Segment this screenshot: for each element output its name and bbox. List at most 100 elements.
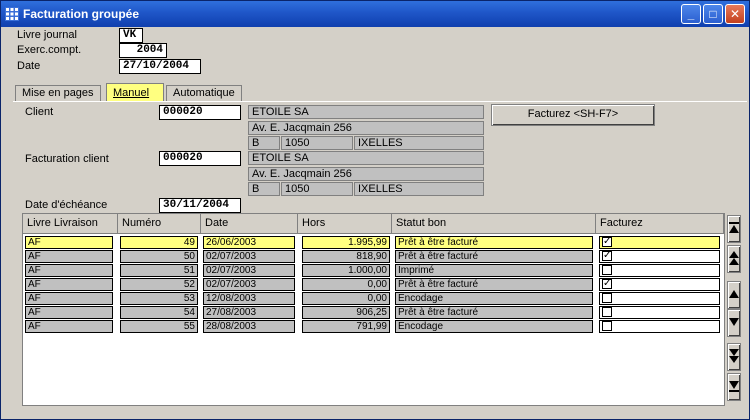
column-header-date[interactable]: Date [201, 214, 298, 234]
exerc-field[interactable]: 2004 [119, 43, 167, 58]
double-down-icon [729, 349, 739, 363]
client-label: Client [25, 106, 54, 118]
cell-date[interactable]: 27/08/2003 [203, 306, 295, 319]
cell-statut[interactable]: Prêt à être facturé [395, 250, 593, 263]
cell-facturez [599, 292, 720, 305]
due-date-field[interactable]: 30/11/2004 [159, 198, 241, 213]
cell-livre[interactable]: AF [25, 320, 113, 333]
cell-statut[interactable]: Prêt à être facturé [395, 306, 593, 319]
main-window: Facturation groupée _ □ ✕ Livre journal … [0, 0, 750, 420]
billing-client-postal: 1050 [281, 182, 353, 196]
cell-livre[interactable]: AF [25, 250, 113, 263]
tab-label: Mise en pages [22, 87, 94, 99]
exerc-label: Exerc.compt. [17, 44, 82, 56]
up-arrow-icon [729, 290, 739, 298]
cell-facturez [599, 306, 720, 319]
page-up-button[interactable] [727, 245, 741, 273]
cell-livre[interactable]: AF [25, 236, 113, 249]
cell-hors[interactable]: 818,90 [302, 250, 390, 263]
cell-numero[interactable]: 55 [120, 320, 198, 333]
facturez-checkbox[interactable]: ✓ [602, 237, 612, 247]
date-label: Date [17, 60, 41, 72]
cell-hors[interactable]: 1.995,99 [302, 236, 390, 249]
cell-livre[interactable]: AF [25, 292, 113, 305]
title-bar[interactable]: Facturation groupée _ □ ✕ [1, 1, 749, 27]
cell-hors[interactable]: 0,00 [302, 278, 390, 291]
cell-hors[interactable]: 0,00 [302, 292, 390, 305]
facturez-checkbox[interactable] [602, 307, 612, 317]
cell-statut[interactable]: Imprimé [395, 264, 593, 277]
facturez-button[interactable]: Facturez <SH-F7> [491, 104, 655, 126]
page-down-button[interactable] [727, 343, 741, 371]
cell-date[interactable]: 02/07/2003 [203, 250, 295, 263]
billing-client-label: Facturation client [25, 153, 109, 165]
billing-client-city: IXELLES [354, 182, 484, 196]
facturez-checkbox[interactable] [602, 265, 612, 275]
cell-livre[interactable]: AF [25, 278, 113, 291]
column-header-numero[interactable]: Numéro [118, 214, 201, 234]
cell-numero[interactable]: 51 [120, 264, 198, 277]
client-address: Av. E. Jacqmain 256 [248, 121, 484, 135]
column-header-statut[interactable]: Statut bon [392, 214, 596, 234]
livre-journal-field[interactable]: VK [119, 28, 143, 43]
facturez-checkbox[interactable]: ✓ [602, 251, 612, 261]
cell-hors[interactable]: 1.000,00 [302, 264, 390, 277]
cell-facturez [599, 320, 720, 333]
client-country: B [248, 136, 280, 150]
line-down-button[interactable] [727, 309, 741, 337]
delivery-grid: Livre Livraison Numéro Date Hors Statut … [22, 213, 725, 406]
column-header-livre[interactable]: Livre Livraison [23, 214, 118, 234]
cell-numero[interactable]: 49 [120, 236, 198, 249]
close-button[interactable]: ✕ [725, 4, 745, 24]
client-name: ETOILE SA [248, 105, 484, 119]
scroll-bottom-icon [729, 381, 739, 392]
facturez-checkbox[interactable] [602, 321, 612, 331]
cell-statut[interactable]: Encodage [395, 320, 593, 333]
cell-date[interactable]: 12/08/2003 [203, 292, 295, 305]
cell-numero[interactable]: 53 [120, 292, 198, 305]
livre-journal-label: Livre journal [17, 29, 77, 41]
cell-hors[interactable]: 791,99 [302, 320, 390, 333]
tab-mise-en-pages[interactable]: Mise en pages [15, 85, 101, 102]
scroll-top-button[interactable] [727, 215, 741, 243]
cell-numero[interactable]: 54 [120, 306, 198, 319]
tab-automatique[interactable]: Automatique [166, 85, 242, 102]
double-up-icon [729, 251, 739, 265]
maximize-button[interactable]: □ [703, 4, 723, 24]
tab-manuel[interactable]: Manuel [106, 83, 164, 102]
date-field[interactable]: 27/10/2004 [119, 59, 201, 74]
cell-facturez: ✓ [599, 278, 720, 291]
client-code-field[interactable]: 000020 [159, 105, 241, 120]
cell-livre[interactable]: AF [25, 264, 113, 277]
column-header-facturez[interactable]: Facturez [596, 214, 724, 234]
cell-date[interactable]: 02/07/2003 [203, 264, 295, 277]
due-date-label: Date d'échéance [25, 199, 108, 211]
minimize-button[interactable]: _ [681, 4, 701, 24]
client-city: IXELLES [354, 136, 484, 150]
billing-client-country: B [248, 182, 280, 196]
cell-date[interactable]: 02/07/2003 [203, 278, 295, 291]
billing-client-name: ETOILE SA [248, 151, 484, 165]
column-header-hors[interactable]: Hors [298, 214, 392, 234]
tab-label: Automatique [173, 87, 235, 99]
window-title: Facturation groupée [23, 7, 140, 21]
cell-date[interactable]: 28/08/2003 [203, 320, 295, 333]
cell-hors[interactable]: 906,25 [302, 306, 390, 319]
cell-statut[interactable]: Encodage [395, 292, 593, 305]
scroll-bottom-button[interactable] [727, 373, 741, 401]
cell-date[interactable]: 26/06/2003 [203, 236, 295, 249]
billing-client-code-field[interactable]: 000020 [159, 151, 241, 166]
cell-numero[interactable]: 52 [120, 278, 198, 291]
cell-facturez [599, 264, 720, 277]
facturez-checkbox[interactable]: ✓ [602, 279, 612, 289]
facturez-checkbox[interactable] [602, 293, 612, 303]
cell-statut[interactable]: Prêt à être facturé [395, 278, 593, 291]
grid-app-icon [5, 7, 19, 21]
cell-numero[interactable]: 50 [120, 250, 198, 263]
cell-livre[interactable]: AF [25, 306, 113, 319]
line-up-button[interactable] [727, 281, 741, 309]
tab-label: Manuel [113, 87, 150, 99]
billing-client-address: Av. E. Jacqmain 256 [248, 167, 484, 181]
scroll-top-icon [729, 222, 739, 233]
cell-statut[interactable]: Prêt à être facturé [395, 236, 593, 249]
